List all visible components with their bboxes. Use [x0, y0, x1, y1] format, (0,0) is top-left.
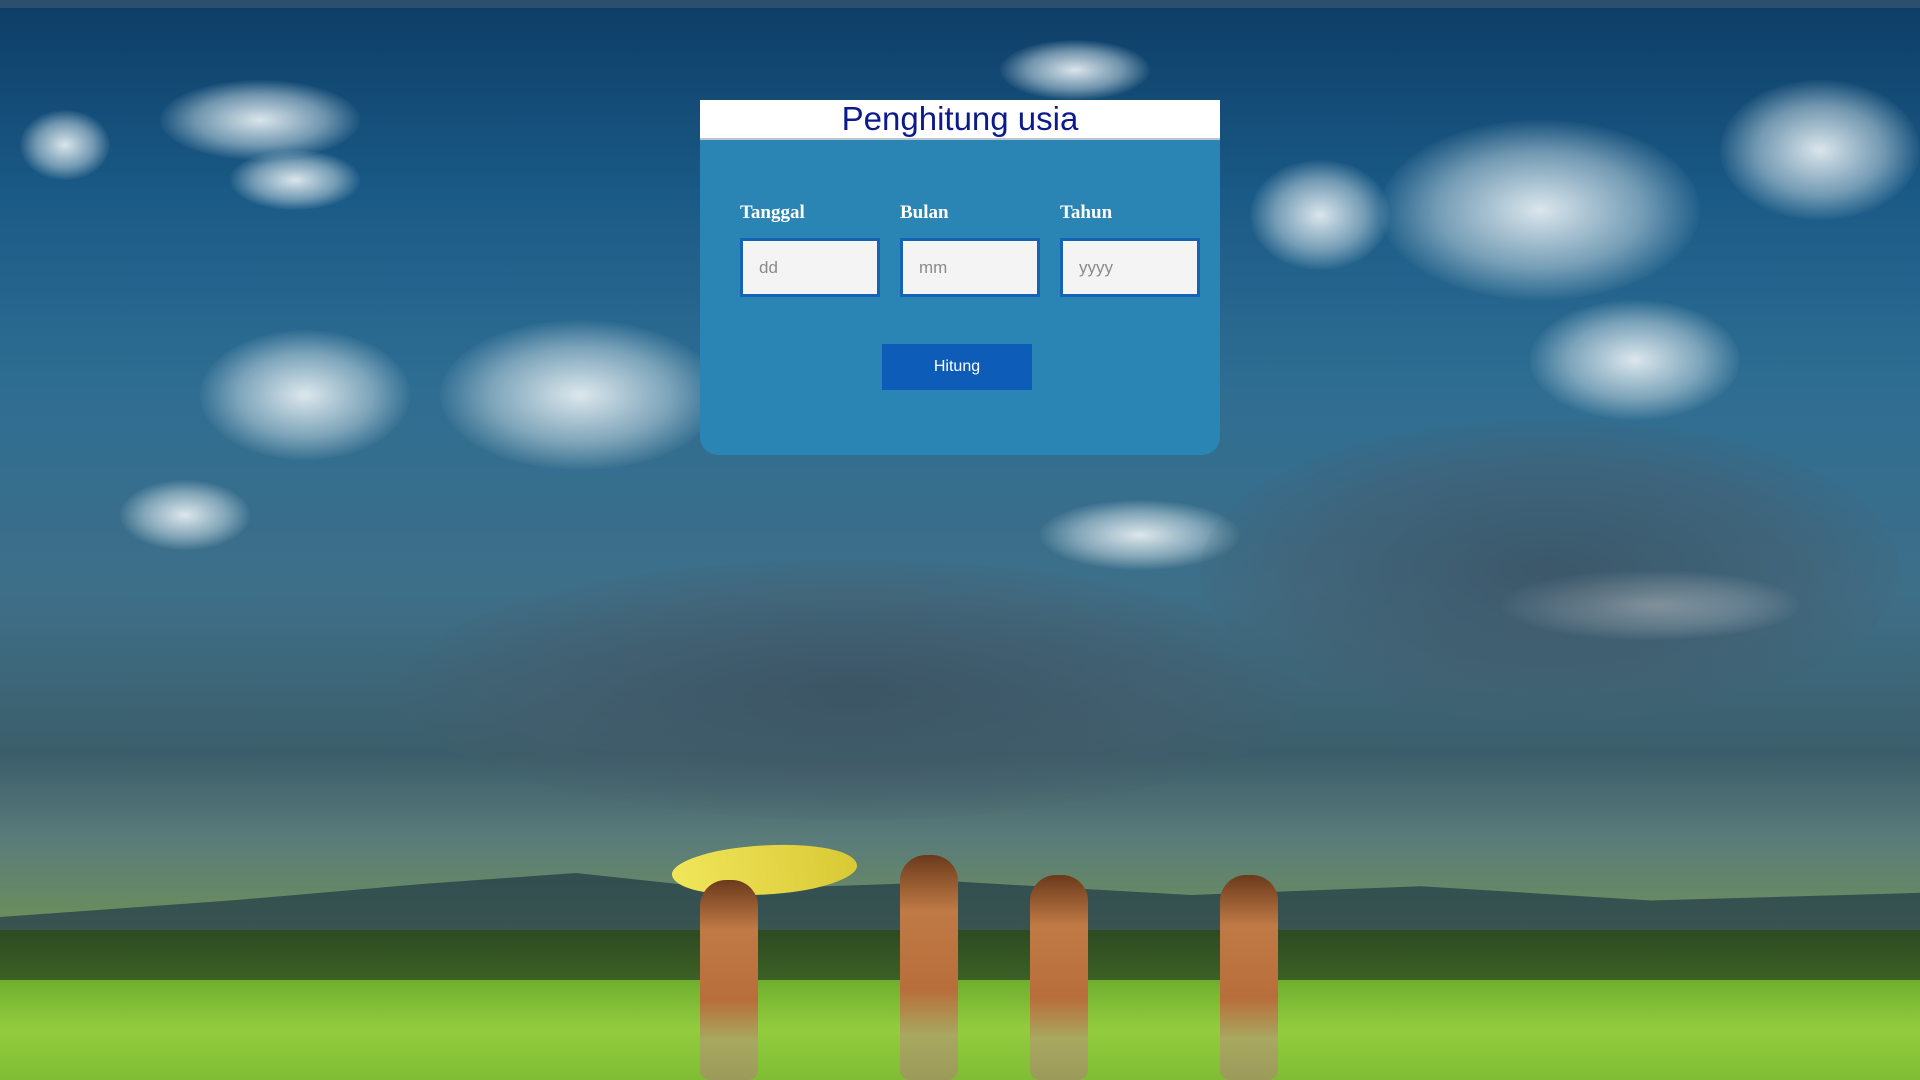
- cloud: [120, 480, 250, 550]
- storm-cloud: [400, 560, 1300, 820]
- cloud: [20, 110, 110, 180]
- calculate-button[interactable]: Hitung: [882, 344, 1032, 390]
- cloud: [200, 330, 410, 460]
- cloud: [1720, 80, 1920, 220]
- page-title: Penghitung usia: [841, 100, 1079, 137]
- cloud: [160, 80, 360, 160]
- card-header: Penghitung usia: [700, 100, 1220, 140]
- month-field-group: Bulan: [900, 203, 1040, 297]
- month-input[interactable]: [900, 238, 1040, 297]
- cloud: [1250, 160, 1390, 270]
- top-bar: [0, 0, 1920, 8]
- month-label: Bulan: [900, 202, 949, 223]
- child-figure: [1220, 875, 1278, 1080]
- day-input[interactable]: [740, 238, 880, 297]
- cloud: [1380, 120, 1700, 300]
- cloud: [440, 320, 720, 470]
- year-input[interactable]: [1060, 238, 1200, 297]
- rice-field: [0, 980, 1920, 1080]
- child-figure: [700, 880, 758, 1080]
- year-label: Tahun: [1060, 202, 1113, 223]
- storm-cloud: [1200, 420, 1900, 720]
- day-field-group: Tanggal: [740, 203, 880, 297]
- cloud: [1530, 300, 1740, 420]
- year-field-group: Tahun: [1060, 203, 1200, 297]
- age-calculator-card: Penghitung usia Tanggal Bulan Tahun Hitu…: [700, 100, 1220, 455]
- cloud: [230, 150, 360, 210]
- child-figure: [1030, 875, 1088, 1080]
- child-figure: [900, 855, 958, 1080]
- day-label: Tanggal: [740, 202, 805, 223]
- cloud: [1000, 40, 1150, 100]
